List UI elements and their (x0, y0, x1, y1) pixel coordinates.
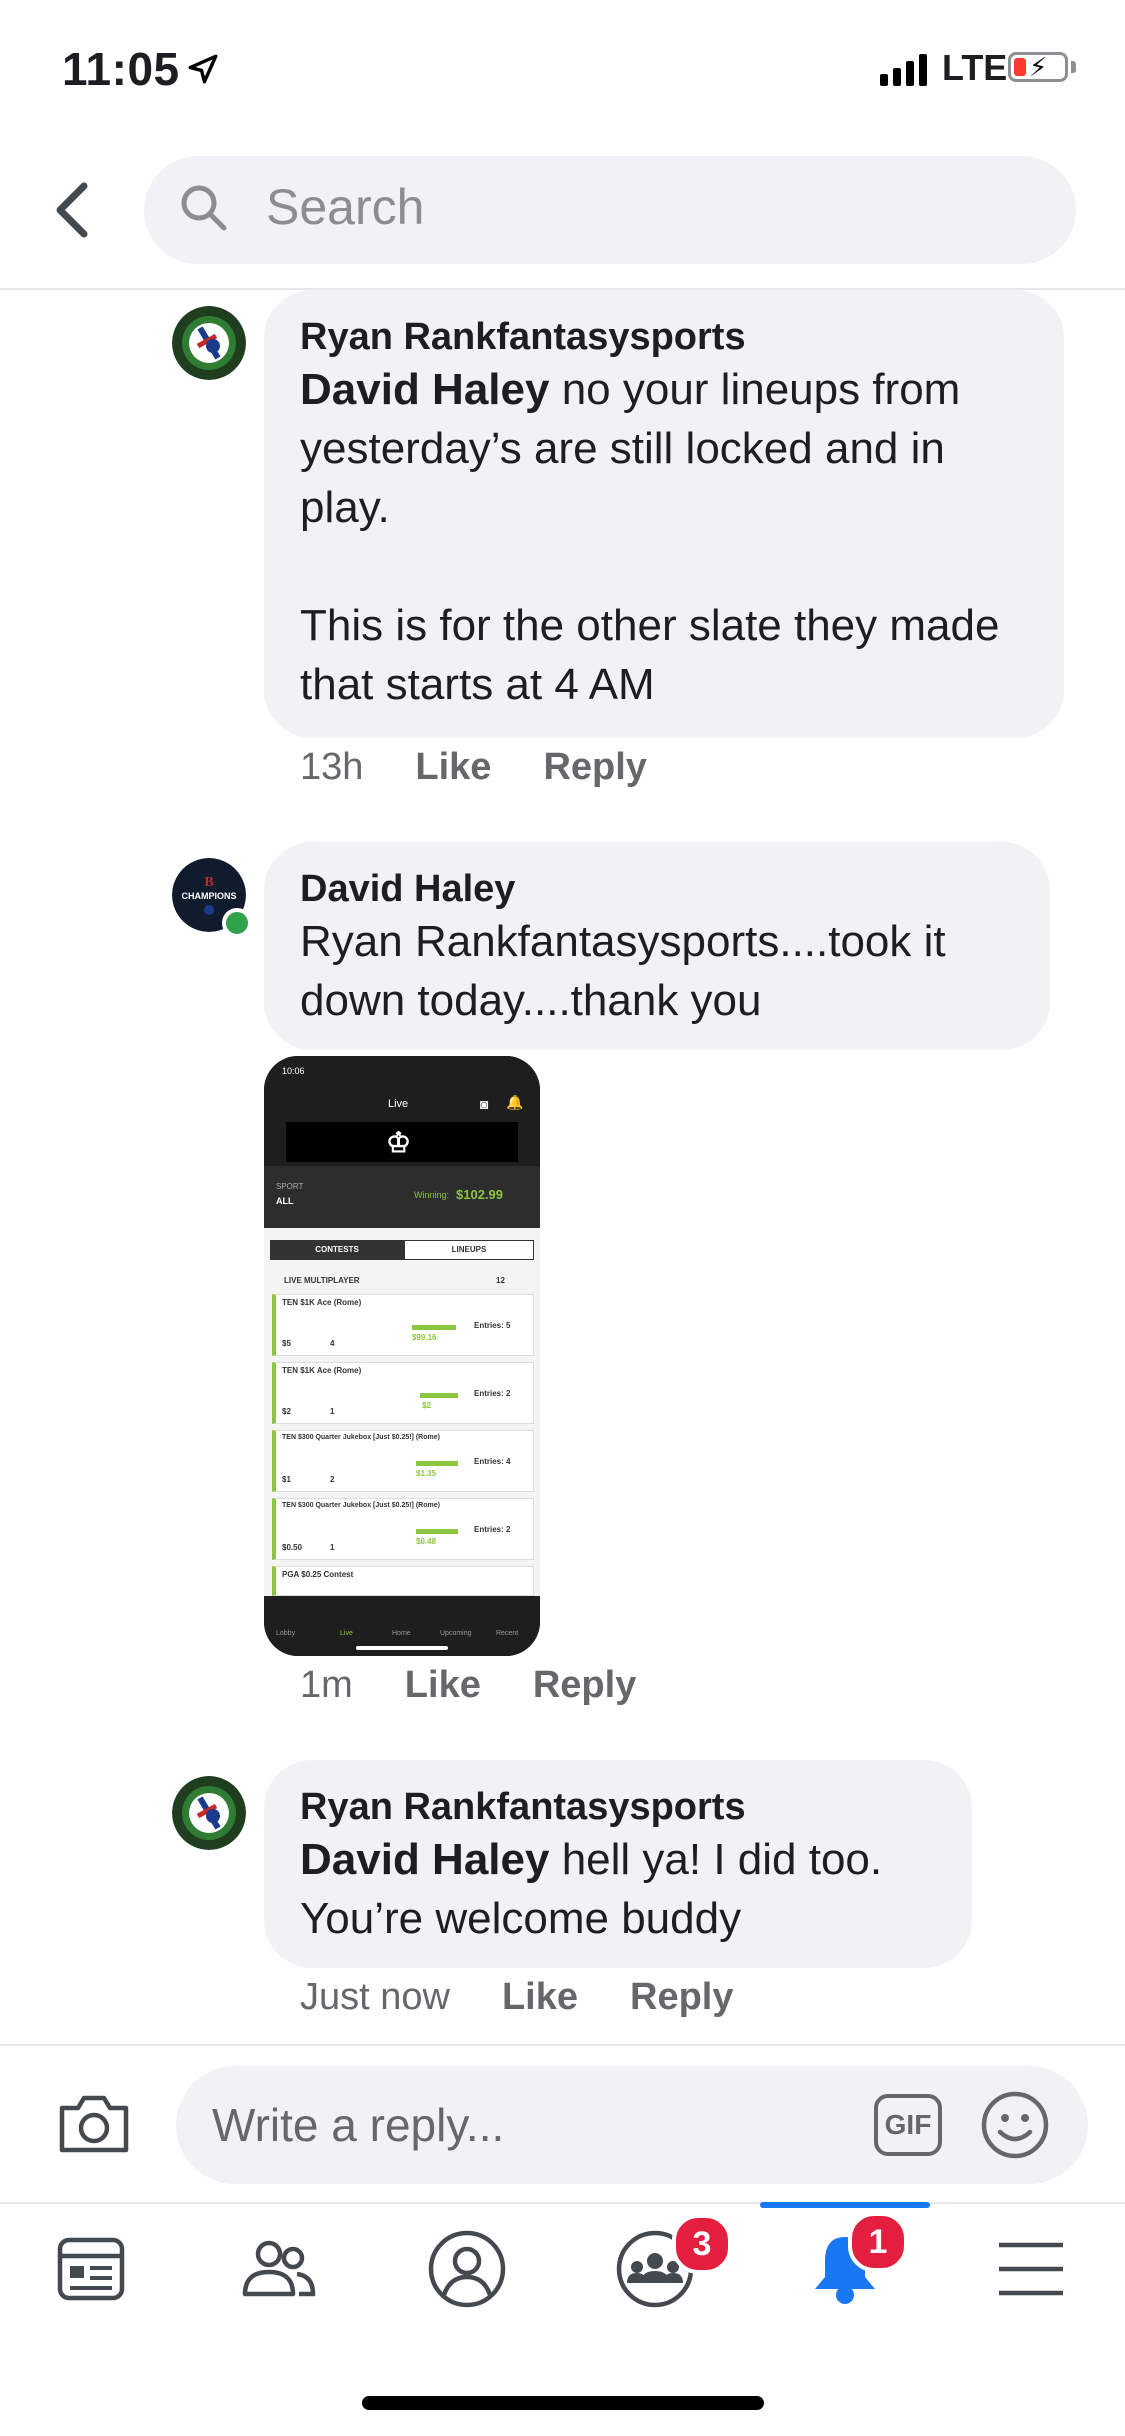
dk-camera-icon: ◙ (480, 1096, 489, 1112)
comment-text: David Haley hell ya! I did too. You’re w… (300, 1835, 894, 1943)
gif-button[interactable]: GIF (874, 2094, 942, 2156)
dk-tab-contests: CONTESTS (270, 1240, 404, 1260)
comment-time: 13h (300, 746, 364, 788)
tab-friends[interactable] (224, 2214, 334, 2324)
tab-menu[interactable] (976, 2214, 1086, 2324)
dk-bell-icon: 🔔 (506, 1094, 524, 1110)
commenter-avatar[interactable] (172, 306, 246, 380)
like-button[interactable]: Like (502, 1976, 578, 2019)
battery-nub (1071, 61, 1076, 73)
online-status-dot (222, 908, 252, 938)
attached-screenshot[interactable]: 10:06 Live ◙ 🔔 ♔ SPORT ALL Winning: $102… (264, 1056, 540, 1656)
dk-title: Live (388, 1098, 409, 1110)
comment-bubble: David Haley Ryan Rankfantasysports....to… (264, 842, 1050, 1050)
comment-text: Ryan Rankfantasysports....took it down t… (300, 917, 958, 1025)
mention-link[interactable]: David Haley (300, 365, 549, 414)
comment-bubble: Ryan Rankfantasysports David Haley no yo… (264, 290, 1064, 738)
dk-sport-bar: SPORT ALL Winning: $102.99 (264, 1166, 540, 1228)
news-feed-icon (57, 2237, 125, 2301)
svg-text:B: B (204, 875, 213, 890)
location-arrow-icon (188, 54, 218, 84)
comment-bubble: Ryan Rankfantasysports David Haley hell … (264, 1760, 972, 1968)
active-tab-indicator (760, 2202, 930, 2208)
dk-contest-row: TEN $1K Ace (Rome) $2 1 $2 Entries: 2 (272, 1362, 534, 1424)
comment-time: 1m (300, 1664, 353, 1706)
comment-author[interactable]: Ryan Rankfantasysports (300, 314, 1028, 360)
comment-actions: Just now Like Reply (300, 1976, 734, 2019)
dk-header: 10:06 Live ◙ 🔔 ♔ (264, 1056, 540, 1166)
comment-author[interactable]: Ryan Rankfantasysports (300, 1784, 936, 1830)
reply-button[interactable]: Reply (533, 1664, 636, 1707)
comment-time: Just now (300, 1976, 450, 2018)
mention-link[interactable]: David Haley (300, 1835, 549, 1884)
reply-button[interactable]: Reply (543, 746, 646, 789)
reply-button[interactable]: Reply (630, 1976, 733, 2019)
comment-actions: 1m Like Reply (300, 1664, 636, 1707)
battery-icon: ⚡ (1008, 52, 1068, 82)
comment-author[interactable]: David Haley (300, 866, 1014, 912)
tab-news-feed[interactable] (36, 2214, 146, 2324)
back-chevron-icon[interactable] (48, 180, 98, 240)
friends-icon (242, 2240, 316, 2297)
dk-contest-row: TEN $1K Ace (Rome) $5 4 $99.16 Entries: … (272, 1294, 534, 1356)
svg-text:CHAMPIONS: CHAMPIONS (181, 891, 236, 901)
camera-icon[interactable] (56, 2090, 132, 2156)
dk-bottom-nav: Lobby Live Home Upcoming Recent (264, 1596, 540, 1656)
status-time: 11:05 (62, 43, 180, 95)
baseball-logo-icon (172, 306, 246, 380)
tabbar-divider (0, 2202, 1125, 2204)
groups-badge: 3 (672, 2214, 732, 2274)
cellular-signal-icon (880, 54, 927, 86)
like-button[interactable]: Like (415, 746, 491, 789)
dk-contest-row: PGA $0.25 Contest (272, 1566, 534, 1596)
reply-placeholder[interactable]: Write a reply... (212, 2098, 504, 2152)
comment-text: David Haley no your lineups from yesterd… (300, 365, 1000, 709)
profile-icon (428, 2230, 506, 2308)
notifications-badge: 1 (848, 2212, 908, 2272)
network-type: LTE (942, 47, 1008, 88)
menu-icon (999, 2242, 1063, 2296)
comment-actions: 13h Like Reply (300, 746, 647, 789)
search-icon (181, 185, 227, 231)
search-input[interactable]: Search (266, 178, 424, 236)
dk-logo-icon: ♔ (386, 1127, 412, 1158)
tab-profile[interactable] (412, 2214, 522, 2324)
composer-divider (0, 2044, 1125, 2046)
home-indicator (362, 2396, 764, 2410)
dk-status-time: 10:06 (282, 1066, 305, 1076)
like-button[interactable]: Like (405, 1664, 481, 1707)
baseball-logo-icon (172, 1776, 246, 1850)
commenter-avatar[interactable] (172, 1776, 246, 1850)
emoji-icon[interactable] (980, 2090, 1050, 2160)
dk-contest-row: TEN $300 Quarter Jukebox [Just $0.25!] (… (272, 1430, 534, 1492)
dk-contest-row: TEN $300 Quarter Jukebox [Just $0.25!] (… (272, 1498, 534, 1560)
dk-tab-lineups: LINEUPS (404, 1240, 534, 1260)
